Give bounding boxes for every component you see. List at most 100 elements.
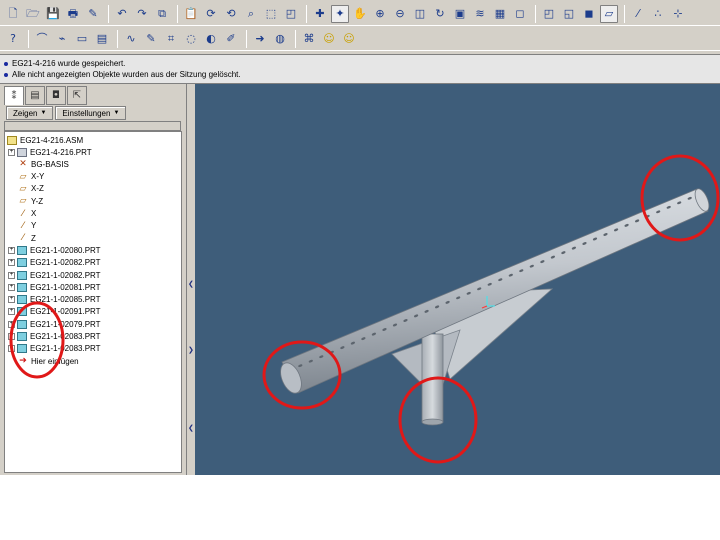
- find-icon[interactable]: ⌕: [242, 5, 260, 23]
- repaint-icon[interactable]: ◰: [282, 5, 300, 23]
- expand-icon[interactable]: +: [8, 296, 15, 304]
- expand-icon[interactable]: +: [8, 345, 15, 353]
- redo-icon[interactable]: ↷: [133, 5, 151, 23]
- analysis-icon[interactable]: ◍: [271, 30, 289, 48]
- toolbar-separator: [177, 4, 178, 23]
- view-manager-icon[interactable]: ▦: [491, 5, 509, 23]
- copy-icon[interactable]: ⧉: [153, 5, 171, 23]
- datum-axes-icon[interactable]: ⁄: [629, 5, 647, 23]
- orient-mode-icon[interactable]: ✦: [331, 4, 349, 23]
- hidden-line-icon[interactable]: ◰: [540, 5, 558, 23]
- panel-splitter[interactable]: ❮ ❯ ❮: [186, 84, 195, 475]
- expand-icon[interactable]: +: [8, 246, 15, 254]
- insert-here-item[interactable]: ➔ Hier einfügen: [18, 355, 181, 367]
- toolbar-separator: [295, 29, 296, 48]
- spline-icon[interactable]: ◌: [182, 30, 200, 48]
- tree-item[interactable]: + EG21-1-02083.PRT: [8, 343, 178, 355]
- tree-item[interactable]: + EG21-1-02085.PRT: [8, 294, 178, 306]
- sketch-tool-icon[interactable]: ⌒: [33, 30, 51, 48]
- tree-item[interactable]: + EG21-1-02082.PRT: [8, 269, 178, 281]
- model-tree-tab-icon[interactable]: ⁑: [4, 86, 24, 105]
- brush-icon[interactable]: ✎: [84, 5, 102, 23]
- modify-icon[interactable]: ◐: [202, 30, 220, 48]
- graphics-viewport[interactable]: [195, 84, 720, 475]
- saved-views-icon[interactable]: ▣: [451, 5, 469, 23]
- datum-planes-icon[interactable]: ▱: [600, 4, 618, 23]
- curve-icon[interactable]: ∿: [122, 30, 140, 48]
- expand-icon[interactable]: +: [8, 271, 15, 279]
- undo-icon[interactable]: ↶: [113, 5, 131, 23]
- tree-item-label: EG21-1-02081.PRT: [30, 282, 101, 292]
- collapse-arrow-icon[interactable]: ❯: [188, 346, 194, 354]
- spin-center-icon[interactable]: ✚: [311, 5, 329, 23]
- pencil-icon[interactable]: ✐: [222, 30, 240, 48]
- regenerate-manager-icon[interactable]: ⟲: [222, 5, 240, 23]
- display-tool-icon[interactable]: ▭: [73, 30, 91, 48]
- connection-tab-icon[interactable]: ⇱: [67, 86, 87, 105]
- refit-icon[interactable]: ◫: [411, 5, 429, 23]
- message-area: EG21-4-216 wurde gespeichert. Alle nicht…: [0, 54, 720, 84]
- expand-icon[interactable]: +: [8, 320, 15, 328]
- tree-root[interactable]: EG21-4-216.ASM: [7, 134, 177, 146]
- zoom-out-icon[interactable]: ⊖: [391, 5, 409, 23]
- pan-icon[interactable]: ✋: [351, 5, 369, 23]
- collapse-arrow-icon[interactable]: ❮: [188, 424, 194, 432]
- arrow-red-icon[interactable]: ➜: [251, 30, 269, 48]
- paste-icon[interactable]: 📋: [182, 5, 200, 23]
- expand-icon[interactable]: +: [8, 259, 15, 267]
- tree-item[interactable]: + EG21-1-02079.PRT: [8, 318, 178, 330]
- tree-item[interactable]: + EG21-1-02082.PRT: [8, 257, 178, 269]
- expand-icon[interactable]: +: [8, 283, 15, 291]
- tree-item[interactable]: + EG21-1-02080.PRT: [8, 244, 178, 256]
- select-box-icon[interactable]: ⬚: [262, 5, 280, 23]
- shading-icon[interactable]: ◼: [580, 5, 598, 23]
- toolbar-separator: [28, 29, 29, 48]
- expand-icon[interactable]: +: [8, 333, 15, 340]
- expand-icon[interactable]: +: [8, 308, 15, 316]
- wireframe-icon[interactable]: ◻: [511, 5, 529, 23]
- tree-item[interactable]: ⁄ Z: [18, 232, 181, 244]
- zoom-in-icon[interactable]: ⊕: [371, 5, 389, 23]
- tree-item[interactable]: ⁄ Y: [18, 220, 181, 232]
- settings-button[interactable]: Einstellungen ▼: [55, 106, 127, 120]
- tree-filter-bar[interactable]: [4, 121, 181, 131]
- table-icon[interactable]: ▤: [93, 30, 111, 48]
- save-icon[interactable]: 💾: [44, 5, 62, 23]
- expand-icon[interactable]: +: [8, 148, 15, 156]
- show-button[interactable]: Zeigen ▼: [6, 106, 54, 120]
- smiley-icon[interactable]: ☺: [320, 30, 338, 48]
- tree-item[interactable]: + EG21-1-02083.PRT: [8, 331, 178, 343]
- vertical-post: [421, 333, 444, 423]
- sketcher-icon[interactable]: ⌗: [162, 30, 180, 48]
- edge-tool-icon[interactable]: ⌁: [53, 30, 71, 48]
- csys-icon[interactable]: ⊹: [669, 5, 687, 23]
- reorient-icon[interactable]: ↻: [431, 5, 449, 23]
- print-icon[interactable]: 🖶: [64, 5, 82, 23]
- assembly-icon: [7, 135, 17, 145]
- note-icon[interactable]: ✎: [142, 30, 160, 48]
- tree-item[interactable]: + EG21-4-216.PRT: [8, 146, 178, 158]
- tree-item[interactable]: ▱ X-Z: [18, 183, 181, 195]
- toolbar-separator: [117, 29, 118, 48]
- tree-item-label: Y-Z: [31, 196, 44, 206]
- datum-points-icon[interactable]: ∴: [649, 5, 667, 23]
- collapse-arrow-icon[interactable]: ❮: [188, 280, 194, 288]
- datum-axis-icon: ⁄: [22, 208, 24, 219]
- whats-this-icon[interactable]: ?: [4, 30, 22, 48]
- new-file-icon[interactable]: 🗋: [4, 5, 22, 23]
- tree-item[interactable]: ▱ Y-Z: [18, 195, 181, 207]
- regenerate-icon[interactable]: ⟳: [202, 5, 220, 23]
- no-hidden-icon[interactable]: ◱: [560, 5, 578, 23]
- tree-item[interactable]: ✕ BG-BASIS: [18, 158, 181, 170]
- model-tree: EG21-4-216.ASM + EG21-4-216.PRT ✕ BG-BASIS ▱…: [4, 131, 182, 473]
- layers-icon[interactable]: ≋: [471, 5, 489, 23]
- tree-item[interactable]: ⁄ X: [18, 208, 181, 220]
- tree-item[interactable]: ▱ X-Y: [18, 171, 181, 183]
- smiley-icon-2[interactable]: ☺: [340, 30, 358, 48]
- favorites-tab-icon[interactable]: ◘: [46, 86, 66, 105]
- parameters-icon[interactable]: ⌘: [300, 30, 318, 48]
- open-folder-icon[interactable]: 🗁: [24, 5, 42, 23]
- tree-item[interactable]: + EG21-1-02081.PRT: [8, 281, 178, 293]
- tree-item[interactable]: + EG21-1-02091.PRT: [8, 306, 178, 318]
- folder-browser-tab-icon[interactable]: ▤: [25, 86, 45, 105]
